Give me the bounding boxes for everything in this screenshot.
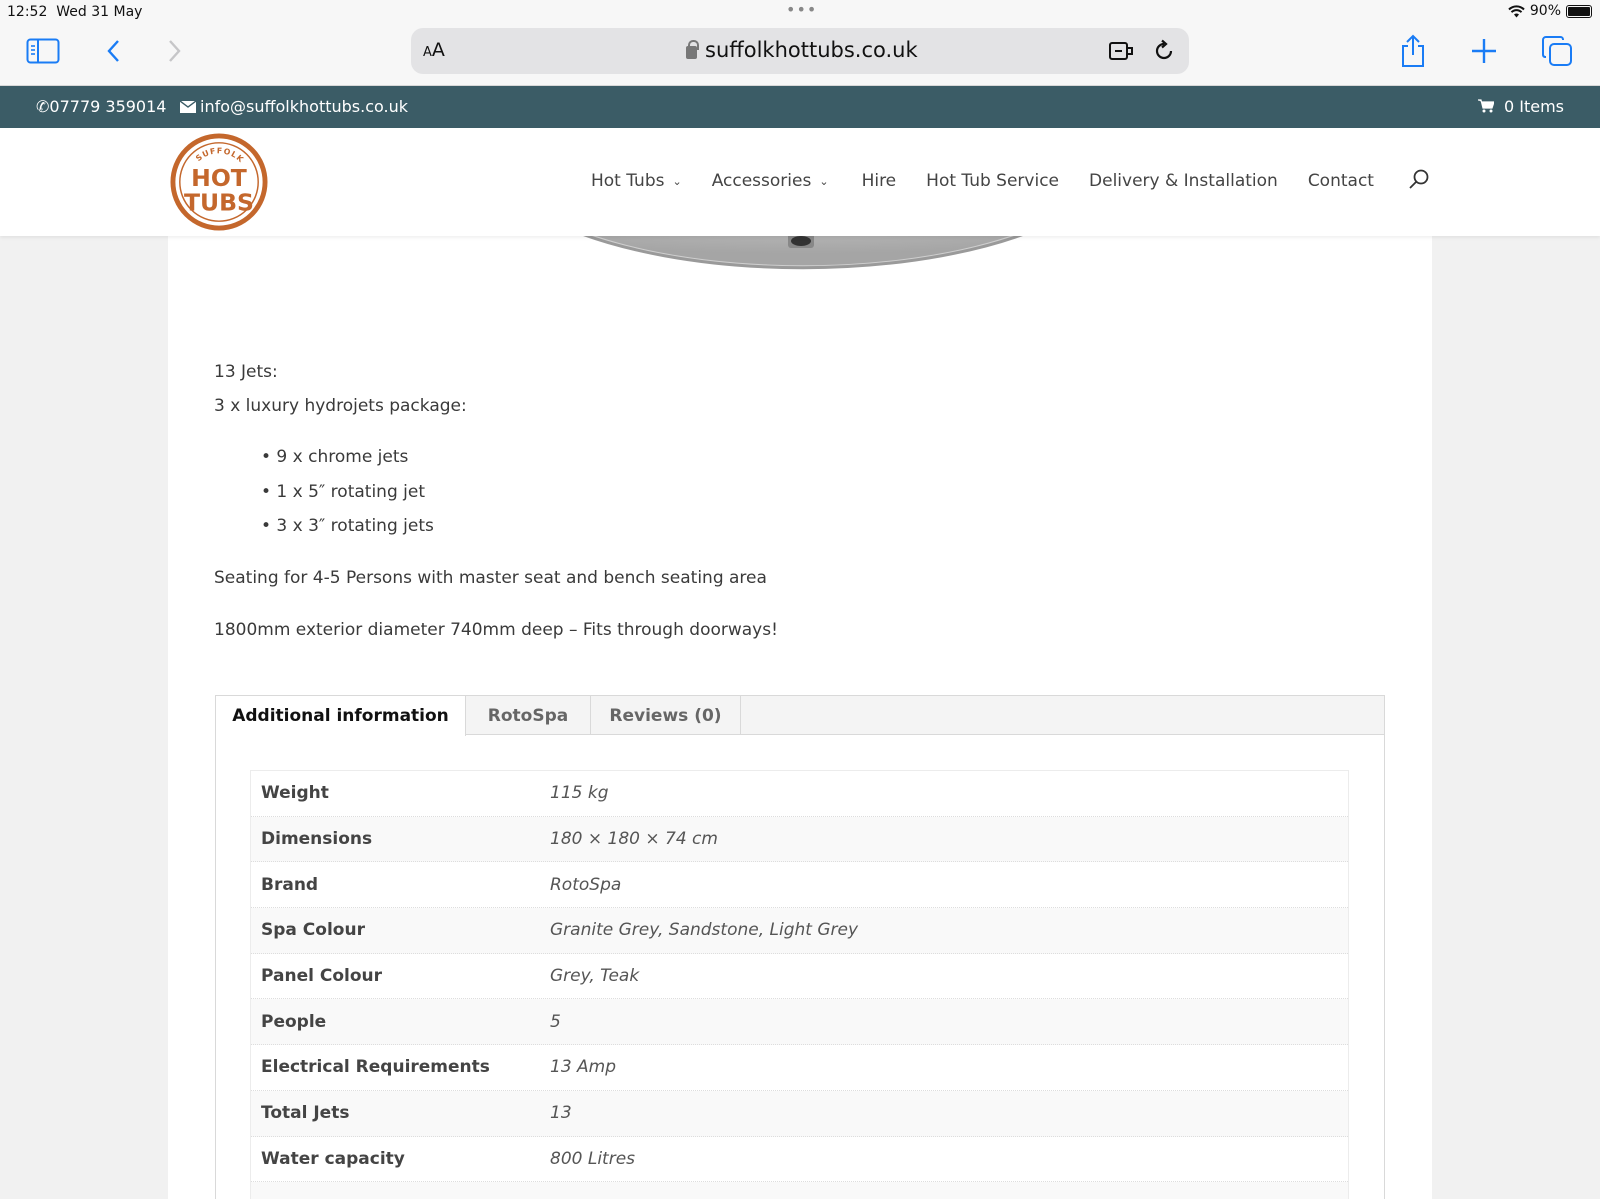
tab-reviews[interactable]: Reviews (0) (591, 696, 741, 735)
nav-hire[interactable]: Hire (862, 171, 897, 191)
list-item: • 1 x 5″ rotating jet (261, 482, 425, 502)
table-row: Dimensions 180 × 180 × 74 cm (251, 816, 1348, 863)
hot-tub-image (583, 236, 1023, 270)
attributes-table: Weight 115 kg Dimensions 180 × 180 × 74 cm… (250, 770, 1349, 1199)
chevron-down-icon: ⌄ (819, 174, 829, 188)
multitasking-dots-icon[interactable]: ••• (786, 0, 817, 19)
address-bar[interactable]: AA suffolkhottubs.co.uk (411, 28, 1189, 74)
table-row: Panel Colour Grey, Teak (251, 954, 1348, 1000)
search-icon[interactable] (1408, 168, 1430, 190)
nav-contact[interactable]: Contact (1308, 171, 1374, 191)
jets-heading: 13 Jets: (214, 362, 278, 382)
extension-icon[interactable] (1108, 40, 1136, 62)
lock-icon (686, 39, 699, 59)
wifi-icon (1508, 4, 1525, 17)
chevron-down-icon: ⌄ (672, 174, 682, 188)
table-row: Weight 115 kg (251, 771, 1348, 817)
table-row: Total Jets 13 (251, 1090, 1348, 1137)
nav-hot-tub-service[interactable]: Hot Tub Service (926, 171, 1059, 191)
phone-link[interactable]: ✆07779 359014 (36, 97, 166, 116)
status-right: 90% (1508, 3, 1592, 19)
site-header: SUFFOLK HOT TUBS Hot Tubs ⌄ Accessories ⌄ … (0, 128, 1600, 236)
tabs-overview-icon[interactable] (1541, 34, 1573, 68)
new-tab-icon[interactable] (1470, 34, 1498, 68)
brand-link[interactable]: RotoSpa (550, 875, 621, 895)
table-row (251, 1182, 1348, 1199)
email-link[interactable]: info@suffolkhottubs.co.uk (179, 97, 408, 116)
package-text: 3 x luxury hydrojets package: (214, 396, 467, 416)
share-icon[interactable] (1398, 34, 1428, 68)
battery-percent: 90% (1529, 3, 1561, 19)
product-tabs: Additional information RotoSpa Reviews (… (215, 695, 1385, 1199)
size-text: 1800mm exterior diameter 740mm deep – Fi… (214, 620, 778, 640)
nav-delivery-installation[interactable]: Delivery & Installation (1089, 171, 1278, 191)
table-row: Brand RotoSpa (251, 862, 1348, 909)
status-bar: 12:52 Wed 31 May ••• 90% (0, 0, 1600, 26)
table-row: Water capacity 800 Litres (251, 1137, 1348, 1183)
reload-icon[interactable] (1152, 39, 1176, 63)
product-content: 13 Jets: 3 x luxury hydrojets package: •… (168, 236, 1432, 1199)
battery-icon (1566, 4, 1592, 18)
cart-icon (1477, 99, 1495, 113)
back-icon[interactable] (102, 34, 124, 68)
email-icon (179, 100, 197, 113)
cart-link[interactable]: 0 Items (1477, 97, 1564, 116)
table-row: People 5 (251, 999, 1348, 1046)
browser-toolbar: AA suffolkhottubs.co.uk (0, 26, 1600, 86)
status-time: 12:52 Wed 31 May (7, 4, 143, 20)
phone-icon: ✆ (36, 97, 50, 116)
reader-options-button[interactable]: AA (423, 39, 445, 61)
url-display[interactable]: suffolkhottubs.co.uk (686, 38, 918, 62)
tab-rotospa[interactable]: RotoSpa (466, 696, 591, 735)
nav-accessories[interactable]: Accessories ⌄ (712, 171, 829, 191)
svg-text:TUBS: TUBS (184, 188, 254, 216)
site-logo[interactable]: SUFFOLK HOT TUBS (170, 133, 268, 231)
tab-additional-information[interactable]: Additional information (216, 696, 466, 736)
seating-text: Seating for 4-5 Persons with master seat… (214, 568, 767, 588)
list-item: • 3 x 3″ rotating jets (261, 516, 434, 536)
tab-bar: Additional information RotoSpa Reviews (… (216, 696, 1384, 736)
site-top-bar: ✆07779 359014 info@suffolkhottubs.co.uk … (0, 86, 1600, 128)
table-row: Electrical Requirements 13 Amp (251, 1045, 1348, 1091)
forward-icon[interactable] (164, 34, 186, 68)
sidebar-toggle-icon[interactable] (26, 34, 60, 68)
main-nav: Hot Tubs ⌄ Accessories ⌄ Hire Hot Tub Serv… (591, 171, 1374, 191)
nav-hot-tubs[interactable]: Hot Tubs ⌄ (591, 171, 682, 191)
list-item: • 9 x chrome jets (261, 447, 409, 467)
table-row: Spa Colour Granite Grey, Sandstone, Light… (251, 908, 1348, 954)
